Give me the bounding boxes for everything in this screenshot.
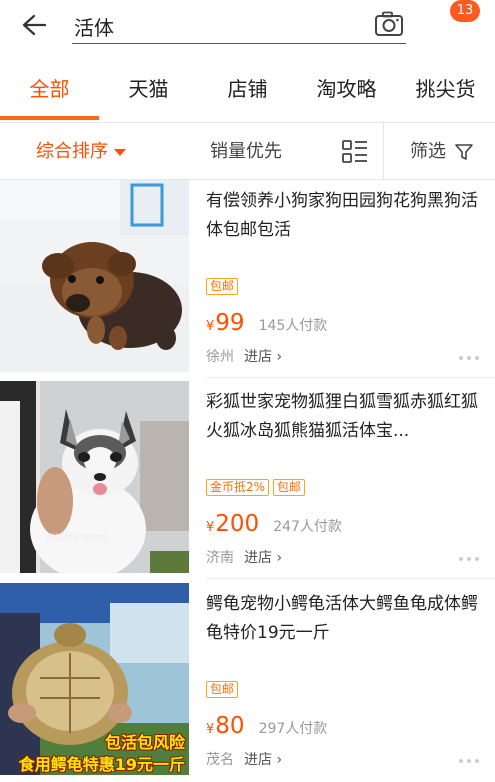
location-row: 徐州 进店 xyxy=(206,346,282,366)
product-title[interactable]: 彩狐世家宠物狐狸白狐雪狐赤狐红狐火狐冰岛狐熊猫狐活体宝... xyxy=(206,388,486,446)
sold-count: 145人付款 xyxy=(258,318,328,334)
filter-icon xyxy=(454,144,473,160)
currency-symbol: ¥ xyxy=(206,520,215,535)
location-row: 茂名 进店 xyxy=(206,749,282,769)
category-tabs: 全部 天猫 店铺 淘攻略 挑尖货 xyxy=(0,60,495,122)
product-location: 茂名 xyxy=(206,752,234,768)
search-input[interactable]: 活体 xyxy=(72,6,406,44)
product-price: 80 xyxy=(215,713,245,739)
product-tags: 包邮 xyxy=(206,278,239,295)
more-horizontal-icon[interactable] xyxy=(459,356,479,360)
enter-shop-link[interactable]: 进店 xyxy=(244,346,282,366)
caret-down-icon xyxy=(114,148,126,156)
price-row: ¥ 200 247人付款 xyxy=(206,511,342,537)
back-arrow-icon[interactable] xyxy=(14,8,54,42)
sold-count: 297人付款 xyxy=(258,721,328,737)
product-location: 徐州 xyxy=(206,349,234,365)
search-header: 活体 13 xyxy=(0,0,495,60)
product-info: 彩狐世家宠物狐狸白狐雪狐赤狐红狐火狐冰岛狐熊猫狐活体宝... 金币抵2% 包邮 … xyxy=(206,381,486,579)
product-image-puppy[interactable] xyxy=(0,180,189,372)
product-info: 鳄龟宠物小鳄龟活体大鳄鱼龟成体鳄龟特价19元一斤 包邮 ¥ 80 297人付款 … xyxy=(206,583,486,781)
price-row: ¥ 99 145人付款 xyxy=(206,310,327,336)
sort-comprehensive-button[interactable]: 综合排序 xyxy=(36,123,126,180)
sort-bar: 综合排序 销量优先 筛选 xyxy=(0,123,495,180)
notification-badge: 13 xyxy=(450,0,480,22)
tab-tmall[interactable]: 天猫 xyxy=(99,60,198,122)
enter-shop-link[interactable]: 进店 xyxy=(244,547,282,567)
product-item-fox[interactable]: 彩狐世家宠物店 彩狐世家宠物狐狸白狐雪狐赤狐红狐火狐冰岛狐熊猫狐活体宝... 金… xyxy=(0,381,495,579)
sold-count: 247人付款 xyxy=(273,519,342,535)
tab-premium[interactable]: 挑尖货 xyxy=(396,60,495,122)
tag-coin-discount: 金币抵2% xyxy=(206,479,270,496)
product-price: 99 xyxy=(215,310,245,336)
turtle-overlay-line2: 食用鳄龟特惠19元一斤 xyxy=(18,755,185,774)
sort-sales-button[interactable]: 销量优先 xyxy=(210,123,282,180)
enter-shop-link[interactable]: 进店 xyxy=(244,749,282,769)
tag-free-shipping: 包邮 xyxy=(206,278,239,295)
tag-free-shipping: 包邮 xyxy=(273,479,306,496)
location-row: 济南 进店 xyxy=(206,547,282,567)
product-image-fox[interactable]: 彩狐世家宠物店 xyxy=(0,381,189,573)
turtle-overlay-line1: 包活包风险 xyxy=(104,733,185,752)
product-title[interactable]: 有偿领养小狗家狗田园狗花狗黑狗活体包邮包活 xyxy=(206,187,486,245)
product-image-turtle[interactable]: 包活包风险 食用鳄龟特惠19元一斤 xyxy=(0,583,189,775)
tab-guides[interactable]: 淘攻略 xyxy=(297,60,396,122)
currency-symbol: ¥ xyxy=(206,319,215,334)
product-item-turtle[interactable]: 包活包风险 食用鳄龟特惠19元一斤 鳄龟宠物小鳄龟活体大鳄鱼龟成体鳄龟特价19元… xyxy=(0,583,495,781)
tab-shops[interactable]: 店铺 xyxy=(198,60,297,122)
product-tags: 包邮 xyxy=(206,681,239,698)
sort-comprehensive-label: 综合排序 xyxy=(36,141,108,162)
more-horizontal-icon[interactable] xyxy=(459,759,479,763)
item-divider xyxy=(206,377,495,378)
tab-all[interactable]: 全部 xyxy=(0,60,99,122)
more-horizontal-icon[interactable] xyxy=(459,557,479,561)
list-layout-icon[interactable] xyxy=(342,139,368,165)
product-info: 有偿领养小狗家狗田园狗花狗黑狗活体包邮包活 包邮 ¥ 99 145人付款 徐州 … xyxy=(206,180,486,378)
item-divider xyxy=(206,578,495,579)
filter-label: 筛选 xyxy=(410,141,446,162)
search-query: 活体 xyxy=(74,16,114,40)
fox-watermark-text: 彩狐世家宠物店 xyxy=(46,532,109,544)
tag-free-shipping: 包邮 xyxy=(206,681,239,698)
filter-button[interactable]: 筛选 xyxy=(410,123,473,180)
camera-icon[interactable] xyxy=(374,10,404,38)
price-row: ¥ 80 297人付款 xyxy=(206,713,327,739)
sort-divider xyxy=(383,123,384,180)
product-item-puppy[interactable]: 有偿领养小狗家狗田园狗花狗黑狗活体包邮包活 包邮 ¥ 99 145人付款 徐州 … xyxy=(0,180,495,378)
product-location: 济南 xyxy=(206,550,234,566)
product-tags: 金币抵2% 包邮 xyxy=(206,479,306,496)
product-price: 200 xyxy=(215,511,260,537)
currency-symbol: ¥ xyxy=(206,722,215,737)
product-title[interactable]: 鳄龟宠物小鳄龟活体大鳄鱼龟成体鳄龟特价19元一斤 xyxy=(206,590,486,648)
